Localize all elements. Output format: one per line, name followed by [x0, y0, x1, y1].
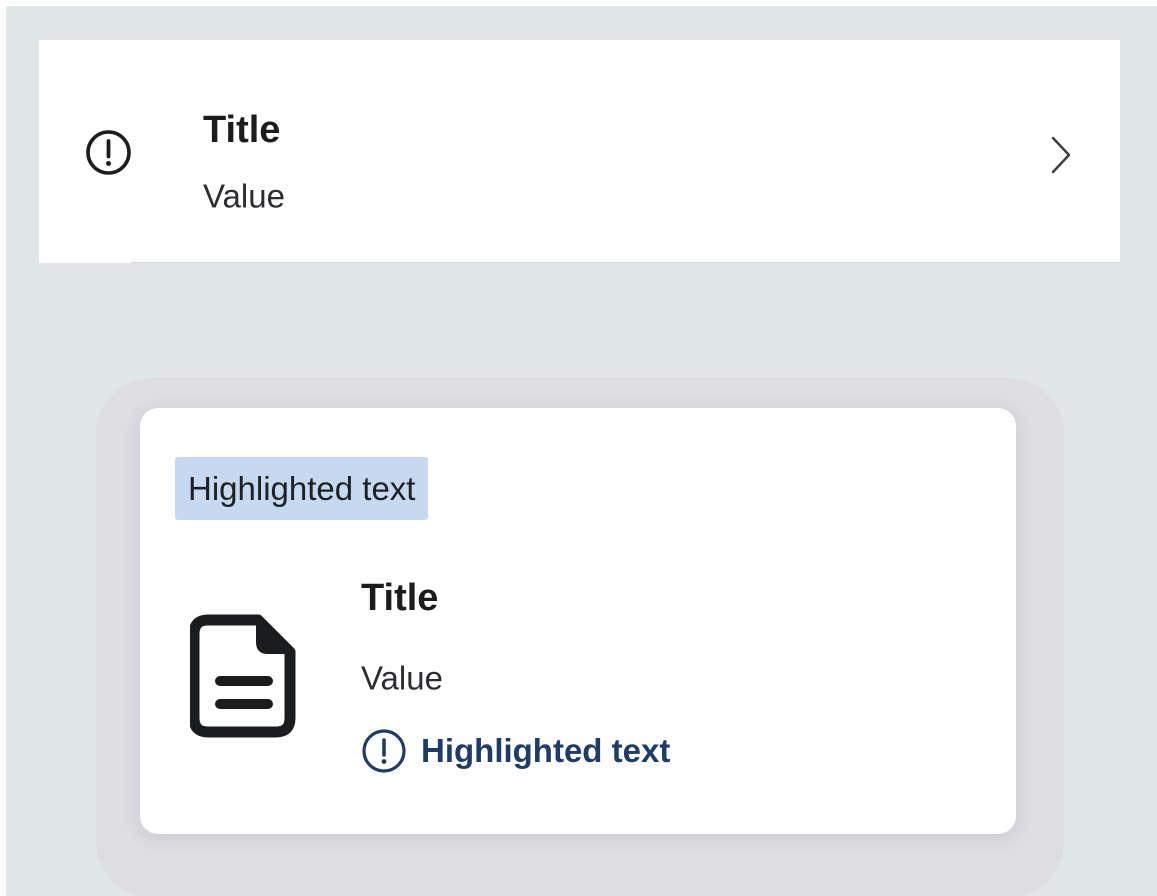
document-icon: [188, 614, 298, 738]
chevron-right-icon: [1049, 135, 1073, 175]
list-divider: [131, 262, 1120, 263]
alert-circle-icon: [85, 129, 132, 176]
highlight-notice: Highlighted text: [361, 728, 670, 774]
alert-circle-icon: [361, 728, 407, 774]
card-title: Title: [361, 577, 439, 619]
highlight-tag: Highlighted text: [175, 457, 429, 520]
card-value: Value: [361, 659, 443, 697]
list-item[interactable]: Title Value: [39, 40, 1120, 263]
content-card[interactable]: Highlighted text Title Value Highlighted…: [140, 408, 1016, 834]
page-background: Title Value Highlighted text Title Value: [6, 6, 1157, 896]
list-item-title: Title: [203, 109, 281, 151]
highlight-notice-text: Highlighted text: [421, 732, 671, 769]
list-item-value: Value: [203, 177, 285, 215]
